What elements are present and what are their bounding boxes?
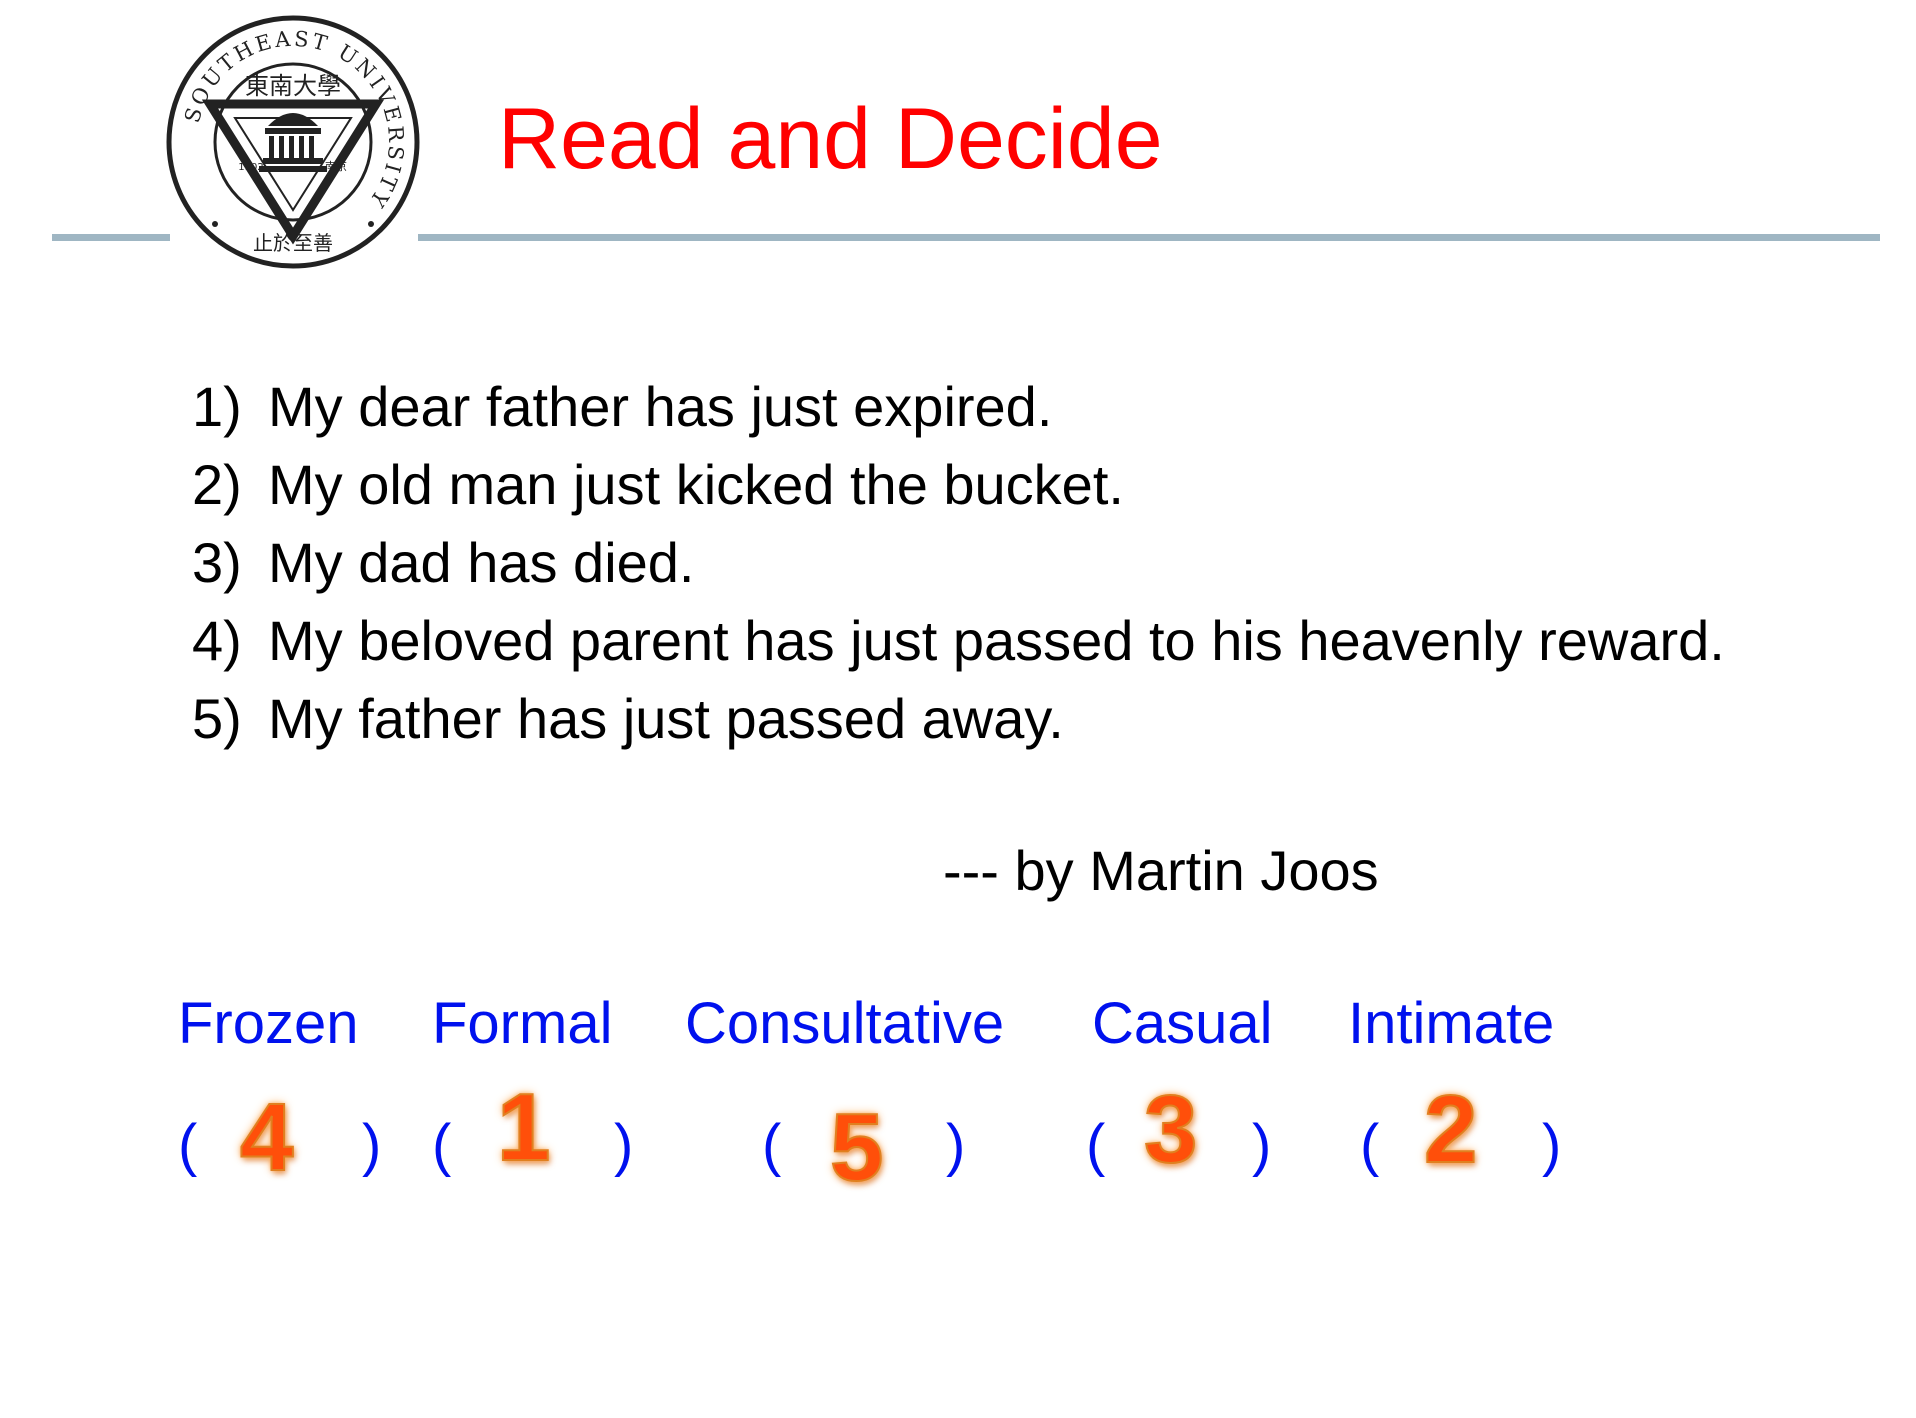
answer-frozen: 4 [239,1084,294,1191]
list-item: 4) My beloved parent has just passed to … [192,602,1792,680]
sentence-number: 3) [192,531,242,594]
attribution: --- by Martin Joos [943,839,1379,902]
university-seal-logo: SOUTHEAST UNIVERSITY 東南大學 1902 南京 止於至善 [166,15,420,269]
answer-intimate: 2 [1423,1076,1478,1183]
sentence-list: 1) My dear father has just expired. 2) M… [192,368,1792,758]
header-rule-right [418,234,1880,241]
list-item: 2) My old man just kicked the bucket. [192,446,1792,524]
answer-consultative: 5 [829,1094,884,1201]
style-label-formal: Formal [432,991,613,1056]
style-label-frozen: Frozen [178,991,359,1056]
open-paren: ( [1086,1113,1106,1178]
close-paren: ) [614,1113,634,1178]
open-paren: ( [762,1113,782,1178]
sentence-number: 1) [192,375,242,438]
sentence-text: My beloved parent has just passed to his… [268,609,1725,672]
answer-casual: 3 [1143,1076,1198,1183]
open-paren: ( [432,1113,452,1178]
sentence-text: My dad has died. [268,531,695,594]
style-label-intimate: Intimate [1348,991,1555,1056]
seal-motto: 止於至善 [253,231,333,255]
list-item: 3) My dad has died. [192,524,1792,602]
slide-title: Read and Decide [498,91,1163,187]
sentence-number: 2) [192,453,242,516]
style-label-consultative: Consultative [685,991,1005,1056]
seal-year: 1902 [238,162,263,173]
close-paren: ) [362,1113,382,1178]
header-rule-left [52,234,170,241]
seal-chinese-name: 東南大學 [245,72,341,100]
style-label-casual: Casual [1092,991,1273,1056]
sentence-text: My old man just kicked the bucket. [268,453,1124,516]
sentence-number: 4) [192,609,242,672]
list-item: 5) My father has just passed away. [192,680,1792,758]
list-item: 1) My dear father has just expired. [192,368,1792,446]
open-paren: ( [1360,1113,1380,1178]
open-paren: ( [178,1113,198,1178]
close-paren: ) [946,1113,966,1178]
answer-formal: 1 [496,1074,551,1181]
sentence-text: My father has just passed away. [268,687,1064,750]
sentence-number: 5) [192,687,242,750]
close-paren: ) [1252,1113,1272,1178]
seal-city: 南京 [325,159,347,173]
close-paren: ) [1542,1113,1562,1178]
sentence-text: My dear father has just expired. [268,375,1053,438]
